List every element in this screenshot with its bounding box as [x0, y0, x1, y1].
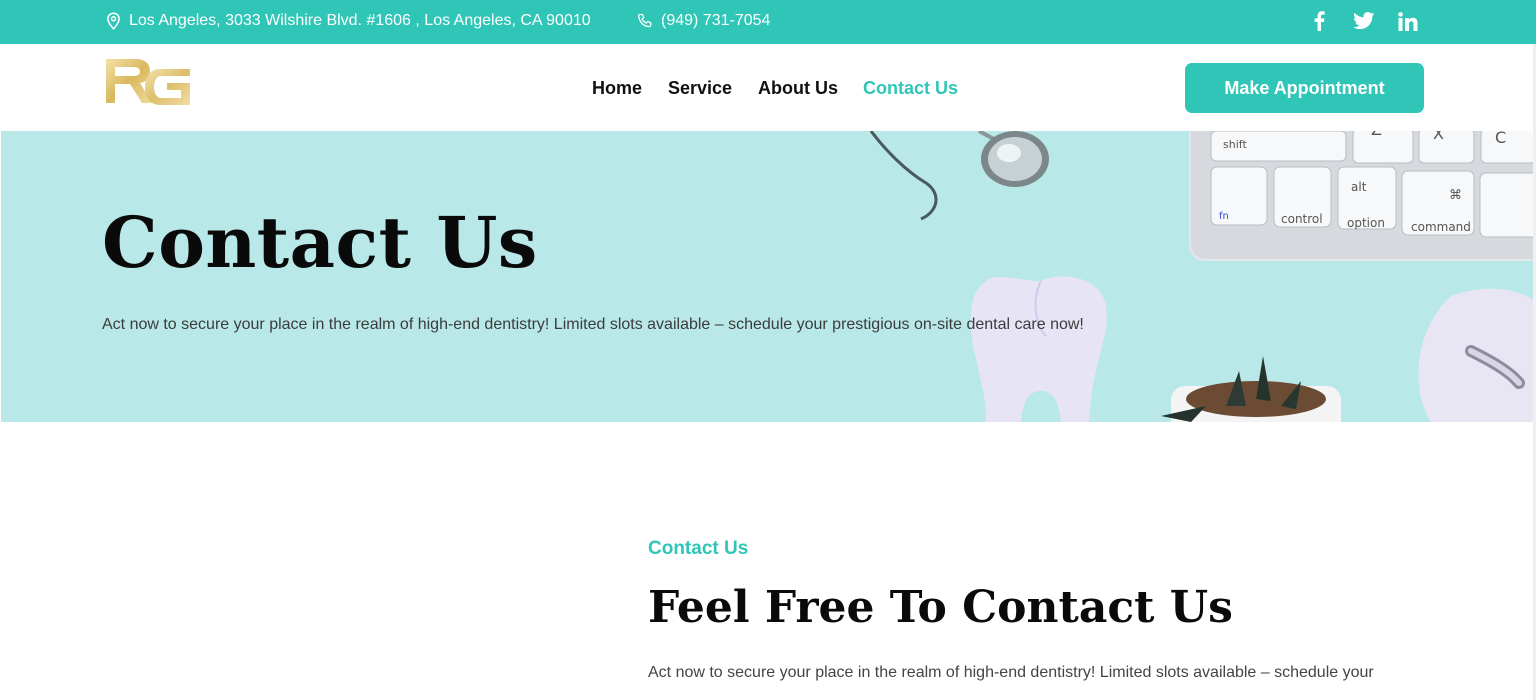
top-info-bar: Los Angeles, 3033 Wilshire Blvd. #1606 ,… [0, 0, 1536, 44]
key-cmd-symbol: ⌘ [1449, 188, 1462, 203]
section-title: Feel Free To Contact Us [648, 582, 1233, 633]
section-text: Act now to secure your place in the real… [648, 664, 1374, 681]
key-control: control [1281, 212, 1323, 226]
main-header: Home Service About Us Contact Us Make Ap… [0, 44, 1536, 131]
rg-logo[interactable] [104, 57, 192, 119]
hero-title: Contact Us [102, 201, 538, 284]
make-appointment-button[interactable]: Make Appointment [1185, 63, 1424, 113]
key-x: X [1433, 131, 1444, 143]
key-command: command [1411, 220, 1471, 234]
key-z: Z [1371, 131, 1382, 139]
address-text: Los Angeles, 3033 Wilshire Blvd. #1606 ,… [129, 12, 591, 29]
phone-text[interactable]: (949) 731-7054 [661, 12, 770, 30]
key-alt: alt [1351, 180, 1367, 194]
key-c: C [1495, 131, 1506, 147]
address-info: Los Angeles, 3033 Wilshire Blvd. #1606 ,… [106, 12, 591, 30]
key-option: option [1347, 216, 1385, 230]
key-shift: shift [1223, 138, 1247, 151]
nav-home[interactable]: Home [592, 78, 642, 99]
hero-banner: shift fn control alt option ⌘ command Z … [1, 131, 1533, 422]
twitter-icon[interactable] [1352, 9, 1376, 33]
phone-icon [637, 13, 653, 29]
nav-service[interactable]: Service [668, 78, 732, 99]
phone-info[interactable]: (949) 731-7054 [637, 12, 770, 30]
nav-contact-us[interactable]: Contact Us [863, 78, 958, 99]
location-pin-icon [106, 12, 121, 30]
key-fn: fn [1219, 211, 1229, 222]
linkedin-icon[interactable] [1397, 9, 1419, 33]
hero-subtitle: Act now to secure your place in the real… [102, 316, 1084, 333]
section-eyebrow: Contact Us [648, 538, 749, 559]
nav-about-us[interactable]: About Us [758, 78, 838, 99]
facebook-icon[interactable] [1311, 9, 1327, 33]
